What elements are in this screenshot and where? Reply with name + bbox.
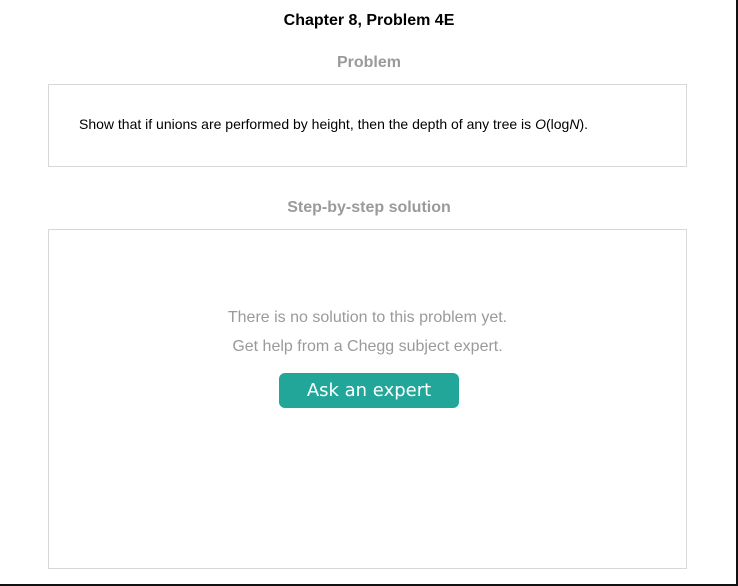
math-n: N	[569, 116, 580, 132]
solution-heading: Step-by-step solution	[287, 199, 451, 216]
problem-heading: Problem	[336, 54, 401, 71]
chapter-title: Chapter 8, Problem 4E	[283, 12, 455, 29]
solution-box: There is no solution to this problem yet…	[48, 229, 687, 569]
no-solution-message: There is no solution to this problem yet…	[227, 309, 508, 326]
math-close: ).	[579, 116, 588, 132]
ask-expert-button[interactable]: Ask an expert	[279, 373, 459, 408]
get-help-message: Get help from a Chegg subject expert.	[232, 338, 503, 355]
problem-statement: Show that if unions are performed by hei…	[79, 116, 588, 132]
problem-text: Show that if unions are performed by hei…	[79, 116, 536, 132]
math-big-o: O	[535, 116, 546, 132]
math-log-open: (log	[545, 116, 570, 132]
problem-box: Show that if unions are performed by hei…	[48, 84, 687, 167]
